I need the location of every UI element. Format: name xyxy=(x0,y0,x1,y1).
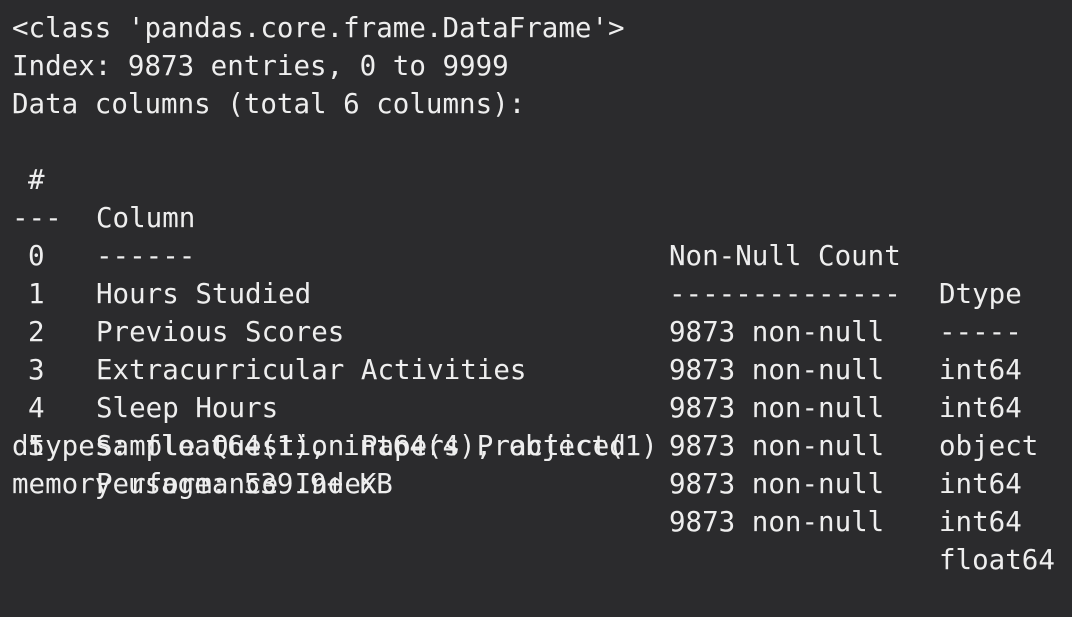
row-column: Performance Index xyxy=(96,468,378,500)
table-header-row: # Column Non-Null Count Dtype xyxy=(12,123,1072,310)
table-row: 3 Sleep Hours 9873 non-null int64 xyxy=(12,313,1072,500)
table-row: 4 Sample Question Papers Practiced 9873 … xyxy=(12,351,1072,538)
table-row: 0 Hours Studied 9873 non-null int64 xyxy=(12,199,1072,386)
row-index: 5 xyxy=(28,430,45,462)
row-dtype: object xyxy=(939,430,1039,462)
row-column: Sample Question Papers Practiced xyxy=(96,430,626,462)
row-dtype: int64 xyxy=(939,506,1022,538)
row-count: 9873 non-null xyxy=(669,468,885,500)
table-row: 2 Extracurricular Activities 9873 non-nu… xyxy=(12,275,1072,462)
row-dtype: int64 xyxy=(939,468,1022,500)
data-columns-line: Data columns (total 6 columns): xyxy=(12,88,526,120)
table-row: 5 Performance Index 9873 non-null float6… xyxy=(12,389,1072,576)
pandas-info-output: <class 'pandas.core.frame.DataFrame'> In… xyxy=(0,0,1072,576)
row-count: 9873 non-null xyxy=(669,430,885,462)
row-dtype: float64 xyxy=(939,544,1055,576)
table-separator-row: --- ------ -------------- ----- xyxy=(12,161,1072,348)
row-count: 9873 non-null xyxy=(669,506,885,538)
class-line: <class 'pandas.core.frame.DataFrame'> xyxy=(12,12,625,44)
table-row: 1 Previous Scores 9873 non-null int64 xyxy=(12,237,1072,424)
index-line: Index: 9873 entries, 0 to 9999 xyxy=(12,50,509,82)
